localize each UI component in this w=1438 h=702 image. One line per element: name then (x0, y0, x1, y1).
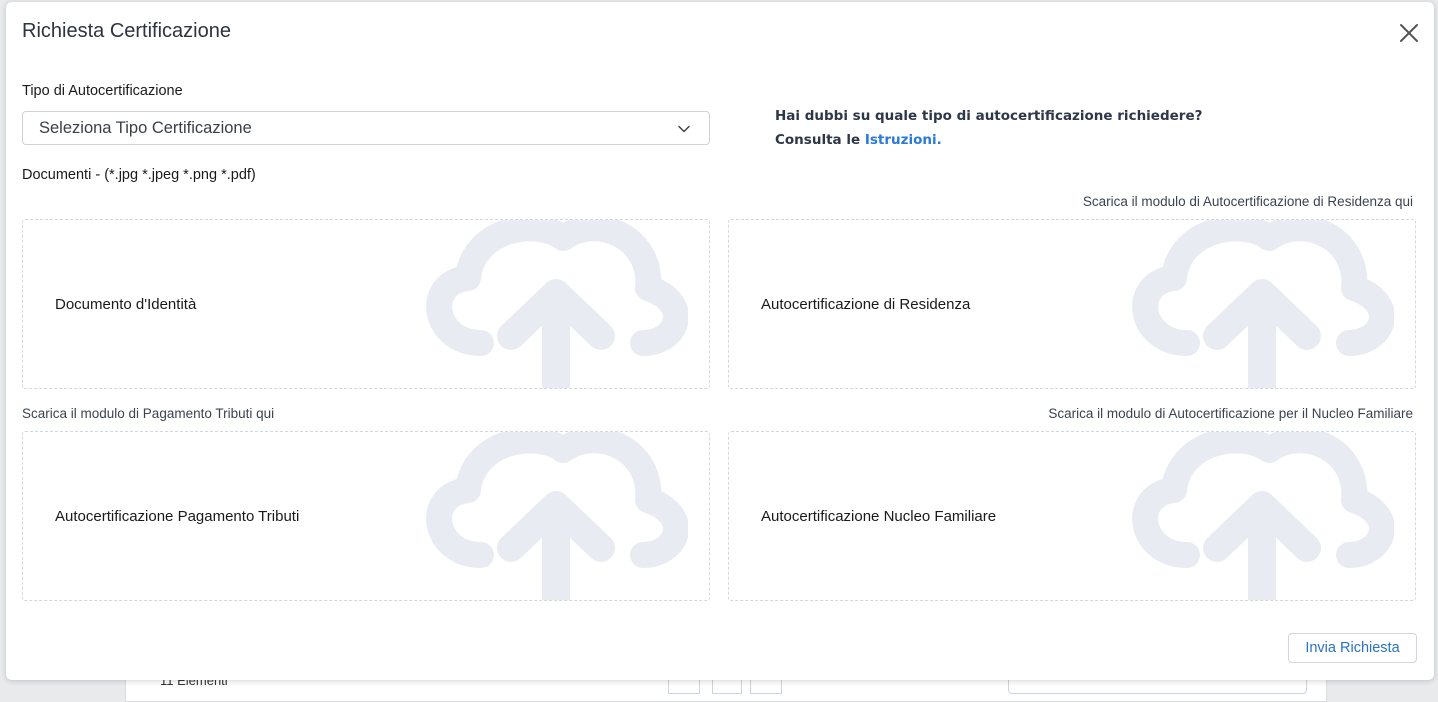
help-consult-prefix: Consulta le (775, 132, 865, 148)
documents-label: Documenti - (*.jpg *.jpeg *.png *.pdf) (22, 167, 256, 183)
help-question: Hai dubbi su quale tipo di autocertifica… (775, 108, 1203, 124)
certification-request-modal: Richiesta Certificazione Tipo di Autocer… (6, 2, 1434, 680)
modal-title: Richiesta Certificazione (22, 20, 231, 42)
dropzone-label: Autocertificazione Pagamento Tributi (55, 508, 300, 525)
download-nucleo-link[interactable]: Scarica il modulo di Autocertificazione … (1048, 406, 1413, 421)
instructions-link[interactable]: Istruzioni. (865, 132, 942, 148)
dropzone-tributi[interactable]: Autocertificazione Pagamento Tributi (22, 431, 710, 601)
dropzone-nucleo-familiare[interactable]: Autocertificazione Nucleo Familiare (728, 431, 1416, 601)
chevron-down-icon (678, 125, 690, 133)
type-label: Tipo di Autocertificazione (22, 83, 183, 99)
cloud-upload-icon (426, 220, 688, 388)
help-text: Hai dubbi su quale tipo di autocertifica… (775, 104, 1202, 152)
certification-type-select[interactable]: Seleziona Tipo Certificazione (22, 111, 710, 145)
download-tributi-link[interactable]: Scarica il modulo di Pagamento Tributi q… (22, 406, 274, 421)
certification-type-value: Seleziona Tipo Certificazione (39, 118, 252, 137)
submit-request-button[interactable]: Invia Richiesta (1288, 633, 1417, 663)
dropzone-residenza[interactable]: Autocertificazione di Residenza (728, 219, 1416, 389)
close-icon[interactable] (1398, 22, 1420, 44)
download-residenza-link[interactable]: Scarica il modulo di Autocertificazione … (1083, 194, 1413, 209)
dropzone-label: Documento d'Identità (55, 296, 197, 313)
dropzone-label: Autocertificazione Nucleo Familiare (761, 508, 997, 525)
cloud-upload-icon (1132, 432, 1394, 600)
dropzone-label: Autocertificazione di Residenza (761, 296, 971, 313)
help-consult: Consulta le Istruzioni. (775, 128, 1202, 152)
cloud-upload-icon (1132, 220, 1394, 388)
dropzone-documento-identita[interactable]: Documento d'Identità (22, 219, 710, 389)
cloud-upload-icon (426, 432, 688, 600)
